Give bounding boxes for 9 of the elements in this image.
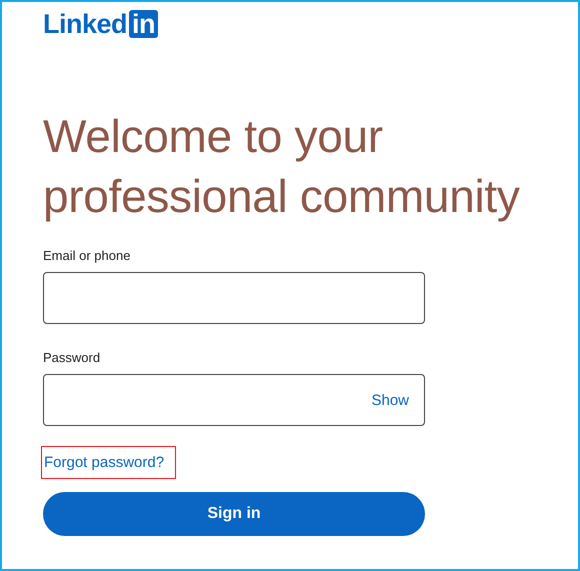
page-heading: Welcome to your professional community — [43, 109, 520, 224]
field-label: Password — [43, 350, 100, 365]
sign-in-button[interactable]: Sign in — [43, 492, 425, 536]
password-field[interactable]: Show — [43, 374, 425, 426]
logo: Linked in — [43, 8, 158, 40]
show-button[interactable]: Show — [371, 392, 409, 408]
input-field[interactable] — [43, 272, 425, 324]
forgot-password-link[interactable]: Forgot password? — [41, 446, 176, 479]
field-label: Email or phone — [43, 248, 130, 263]
